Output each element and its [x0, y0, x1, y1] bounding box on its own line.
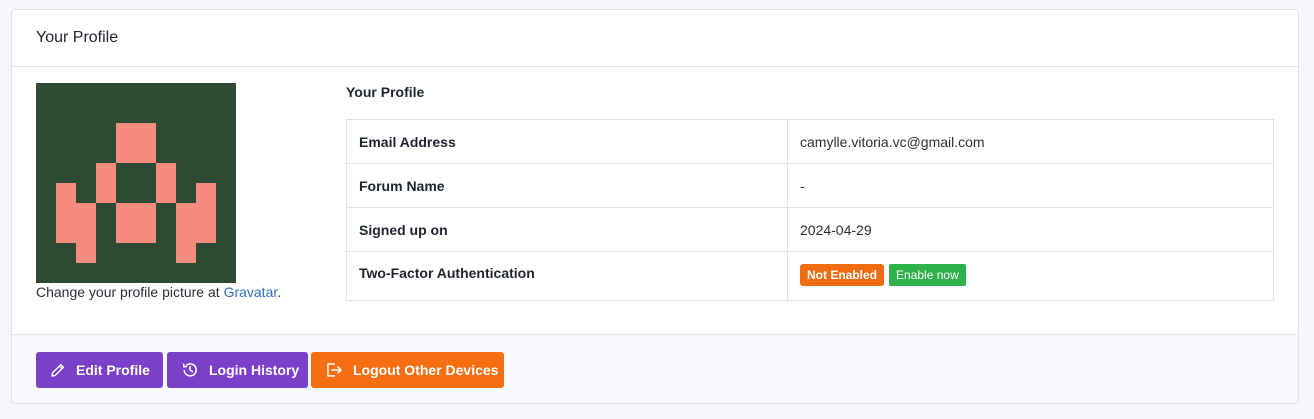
row-value-signed-up: 2024-04-29: [787, 207, 1274, 252]
row-label-email: Email Address: [346, 119, 788, 164]
card-header: Your Profile: [12, 10, 1298, 67]
logout-other-devices-button[interactable]: Logout Other Devices: [311, 352, 504, 388]
section-title: Your Profile: [346, 84, 425, 100]
gravatar-link[interactable]: Gravatar: [224, 284, 278, 300]
row-value-email: camylle.vitoria.vc@gmail.com: [787, 119, 1274, 164]
card-footer: Edit Profile Login History Logout Other …: [12, 335, 1298, 403]
table-row: Signed up on 2024-04-29: [346, 207, 1274, 252]
row-label-signed-up: Signed up on: [346, 207, 788, 252]
login-history-button[interactable]: Login History: [167, 352, 308, 388]
avatar: [36, 83, 236, 283]
row-label-forum-name: Forum Name: [346, 163, 788, 208]
card-title: Your Profile: [36, 29, 119, 46]
edit-profile-button[interactable]: Edit Profile: [36, 352, 163, 388]
row-value-2fa: Not Enabled Enable now: [787, 251, 1274, 301]
history-icon: [182, 363, 197, 377]
profile-table: Email Address camylle.vitoria.vc@gmail.c…: [346, 119, 1274, 301]
table-row: Email Address camylle.vitoria.vc@gmail.c…: [346, 119, 1274, 164]
logout-icon: [327, 363, 342, 377]
row-label-2fa: Two-Factor Authentication: [346, 251, 788, 301]
pencil-icon: [51, 363, 65, 377]
card-body: Change your profile picture at Gravatar.…: [12, 67, 1298, 335]
table-row: Forum Name -: [346, 163, 1274, 208]
row-value-forum-name: -: [787, 163, 1274, 208]
profile-card: Your Profile Change your profile picture…: [11, 9, 1299, 404]
avatar-caption: Change your profile picture at Gravatar.: [36, 284, 282, 300]
enable-2fa-button[interactable]: Enable now: [889, 264, 966, 286]
table-row: Two-Factor Authentication Not Enabled Ena…: [346, 251, 1274, 301]
status-badge: Not Enabled: [800, 264, 885, 286]
